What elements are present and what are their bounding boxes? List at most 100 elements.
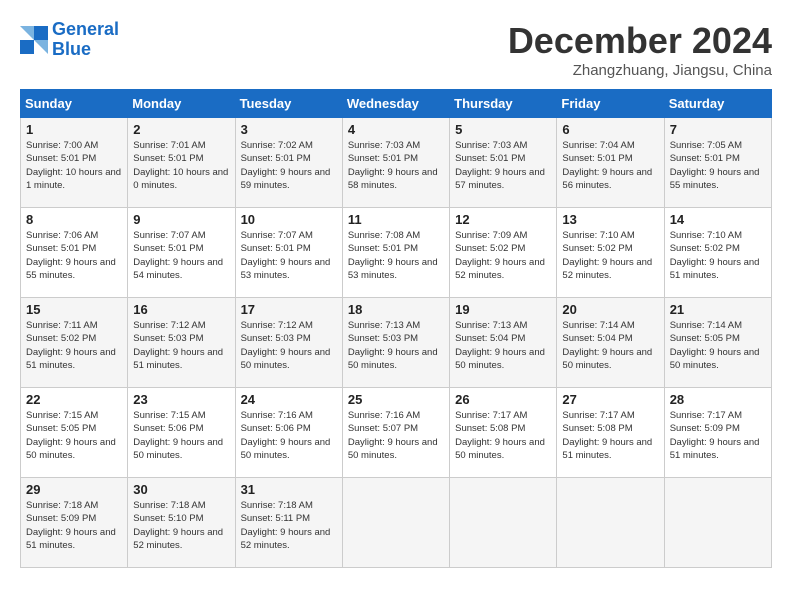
col-sunday: Sunday xyxy=(21,90,128,118)
logo-icon xyxy=(20,26,48,54)
day-info: Sunrise: 7:09 AM Sunset: 5:02 PM Dayligh… xyxy=(455,229,551,282)
day-info: Sunrise: 7:08 AM Sunset: 5:01 PM Dayligh… xyxy=(348,229,444,282)
day-number: 5 xyxy=(455,122,551,137)
day-info: Sunrise: 7:13 AM Sunset: 5:03 PM Dayligh… xyxy=(348,319,444,372)
day-info: Sunrise: 7:01 AM Sunset: 5:01 PM Dayligh… xyxy=(133,139,229,192)
day-number: 9 xyxy=(133,212,229,227)
day-info: Sunrise: 7:14 AM Sunset: 5:04 PM Dayligh… xyxy=(562,319,658,372)
day-number: 18 xyxy=(348,302,444,317)
day-info: Sunrise: 7:03 AM Sunset: 5:01 PM Dayligh… xyxy=(348,139,444,192)
day-number: 3 xyxy=(241,122,337,137)
day-info: Sunrise: 7:15 AM Sunset: 5:06 PM Dayligh… xyxy=(133,409,229,462)
day-number: 10 xyxy=(241,212,337,227)
day-number: 29 xyxy=(26,482,122,497)
location: Zhangzhuang, Jiangsu, China xyxy=(508,62,772,79)
day-info: Sunrise: 7:12 AM Sunset: 5:03 PM Dayligh… xyxy=(241,319,337,372)
col-tuesday: Tuesday xyxy=(235,90,342,118)
day-info: Sunrise: 7:07 AM Sunset: 5:01 PM Dayligh… xyxy=(133,229,229,282)
logo-text: General Blue xyxy=(52,20,119,60)
day-info: Sunrise: 7:17 AM Sunset: 5:08 PM Dayligh… xyxy=(455,409,551,462)
table-cell: 12 Sunrise: 7:09 AM Sunset: 5:02 PM Dayl… xyxy=(450,208,557,298)
table-cell: 2 Sunrise: 7:01 AM Sunset: 5:01 PM Dayli… xyxy=(128,118,235,208)
table-cell: 5 Sunrise: 7:03 AM Sunset: 5:01 PM Dayli… xyxy=(450,118,557,208)
page-header: General Blue December 2024 Zhangzhuang, … xyxy=(20,20,772,79)
table-cell: 1 Sunrise: 7:00 AM Sunset: 5:01 PM Dayli… xyxy=(21,118,128,208)
logo: General Blue xyxy=(20,20,119,60)
day-number: 12 xyxy=(455,212,551,227)
col-wednesday: Wednesday xyxy=(342,90,449,118)
table-cell: 9 Sunrise: 7:07 AM Sunset: 5:01 PM Dayli… xyxy=(128,208,235,298)
day-number: 11 xyxy=(348,212,444,227)
table-cell: 25 Sunrise: 7:16 AM Sunset: 5:07 PM Dayl… xyxy=(342,388,449,478)
table-cell: 24 Sunrise: 7:16 AM Sunset: 5:06 PM Dayl… xyxy=(235,388,342,478)
table-cell: 7 Sunrise: 7:05 AM Sunset: 5:01 PM Dayli… xyxy=(664,118,771,208)
day-info: Sunrise: 7:00 AM Sunset: 5:01 PM Dayligh… xyxy=(26,139,122,192)
day-number: 25 xyxy=(348,392,444,407)
col-friday: Friday xyxy=(557,90,664,118)
day-info: Sunrise: 7:16 AM Sunset: 5:06 PM Dayligh… xyxy=(241,409,337,462)
calendar-header-row: Sunday Monday Tuesday Wednesday Thursday… xyxy=(21,90,772,118)
table-cell: 13 Sunrise: 7:10 AM Sunset: 5:02 PM Dayl… xyxy=(557,208,664,298)
day-info: Sunrise: 7:10 AM Sunset: 5:02 PM Dayligh… xyxy=(670,229,766,282)
day-info: Sunrise: 7:16 AM Sunset: 5:07 PM Dayligh… xyxy=(348,409,444,462)
day-number: 16 xyxy=(133,302,229,317)
day-number: 6 xyxy=(562,122,658,137)
calendar-week-row: 22 Sunrise: 7:15 AM Sunset: 5:05 PM Dayl… xyxy=(21,388,772,478)
day-info: Sunrise: 7:02 AM Sunset: 5:01 PM Dayligh… xyxy=(241,139,337,192)
day-number: 2 xyxy=(133,122,229,137)
day-info: Sunrise: 7:15 AM Sunset: 5:05 PM Dayligh… xyxy=(26,409,122,462)
table-cell xyxy=(342,478,449,568)
calendar-week-row: 8 Sunrise: 7:06 AM Sunset: 5:01 PM Dayli… xyxy=(21,208,772,298)
month-title: December 2024 xyxy=(508,20,772,62)
table-cell: 17 Sunrise: 7:12 AM Sunset: 5:03 PM Dayl… xyxy=(235,298,342,388)
day-info: Sunrise: 7:07 AM Sunset: 5:01 PM Dayligh… xyxy=(241,229,337,282)
day-number: 22 xyxy=(26,392,122,407)
table-cell: 31 Sunrise: 7:18 AM Sunset: 5:11 PM Dayl… xyxy=(235,478,342,568)
day-number: 1 xyxy=(26,122,122,137)
col-saturday: Saturday xyxy=(664,90,771,118)
day-info: Sunrise: 7:10 AM Sunset: 5:02 PM Dayligh… xyxy=(562,229,658,282)
table-cell: 23 Sunrise: 7:15 AM Sunset: 5:06 PM Dayl… xyxy=(128,388,235,478)
calendar-week-row: 1 Sunrise: 7:00 AM Sunset: 5:01 PM Dayli… xyxy=(21,118,772,208)
day-info: Sunrise: 7:17 AM Sunset: 5:09 PM Dayligh… xyxy=(670,409,766,462)
table-cell: 22 Sunrise: 7:15 AM Sunset: 5:05 PM Dayl… xyxy=(21,388,128,478)
table-cell: 6 Sunrise: 7:04 AM Sunset: 5:01 PM Dayli… xyxy=(557,118,664,208)
table-cell xyxy=(557,478,664,568)
day-info: Sunrise: 7:17 AM Sunset: 5:08 PM Dayligh… xyxy=(562,409,658,462)
day-number: 20 xyxy=(562,302,658,317)
logo-line2: Blue xyxy=(52,39,91,59)
day-info: Sunrise: 7:12 AM Sunset: 5:03 PM Dayligh… xyxy=(133,319,229,372)
title-block: December 2024 Zhangzhuang, Jiangsu, Chin… xyxy=(508,20,772,79)
calendar-week-row: 15 Sunrise: 7:11 AM Sunset: 5:02 PM Dayl… xyxy=(21,298,772,388)
table-cell: 27 Sunrise: 7:17 AM Sunset: 5:08 PM Dayl… xyxy=(557,388,664,478)
day-info: Sunrise: 7:11 AM Sunset: 5:02 PM Dayligh… xyxy=(26,319,122,372)
table-cell: 18 Sunrise: 7:13 AM Sunset: 5:03 PM Dayl… xyxy=(342,298,449,388)
day-number: 24 xyxy=(241,392,337,407)
day-info: Sunrise: 7:13 AM Sunset: 5:04 PM Dayligh… xyxy=(455,319,551,372)
col-thursday: Thursday xyxy=(450,90,557,118)
day-number: 8 xyxy=(26,212,122,227)
day-number: 14 xyxy=(670,212,766,227)
day-number: 23 xyxy=(133,392,229,407)
day-number: 28 xyxy=(670,392,766,407)
day-info: Sunrise: 7:06 AM Sunset: 5:01 PM Dayligh… xyxy=(26,229,122,282)
table-cell: 16 Sunrise: 7:12 AM Sunset: 5:03 PM Dayl… xyxy=(128,298,235,388)
day-number: 15 xyxy=(26,302,122,317)
table-cell: 28 Sunrise: 7:17 AM Sunset: 5:09 PM Dayl… xyxy=(664,388,771,478)
table-cell: 4 Sunrise: 7:03 AM Sunset: 5:01 PM Dayli… xyxy=(342,118,449,208)
table-cell: 26 Sunrise: 7:17 AM Sunset: 5:08 PM Dayl… xyxy=(450,388,557,478)
calendar-week-row: 29 Sunrise: 7:18 AM Sunset: 5:09 PM Dayl… xyxy=(21,478,772,568)
day-info: Sunrise: 7:18 AM Sunset: 5:11 PM Dayligh… xyxy=(241,499,337,552)
day-info: Sunrise: 7:03 AM Sunset: 5:01 PM Dayligh… xyxy=(455,139,551,192)
day-number: 17 xyxy=(241,302,337,317)
day-number: 30 xyxy=(133,482,229,497)
day-number: 21 xyxy=(670,302,766,317)
day-number: 31 xyxy=(241,482,337,497)
table-cell: 8 Sunrise: 7:06 AM Sunset: 5:01 PM Dayli… xyxy=(21,208,128,298)
table-cell: 29 Sunrise: 7:18 AM Sunset: 5:09 PM Dayl… xyxy=(21,478,128,568)
day-info: Sunrise: 7:14 AM Sunset: 5:05 PM Dayligh… xyxy=(670,319,766,372)
day-number: 27 xyxy=(562,392,658,407)
day-number: 19 xyxy=(455,302,551,317)
day-info: Sunrise: 7:05 AM Sunset: 5:01 PM Dayligh… xyxy=(670,139,766,192)
table-cell: 19 Sunrise: 7:13 AM Sunset: 5:04 PM Dayl… xyxy=(450,298,557,388)
